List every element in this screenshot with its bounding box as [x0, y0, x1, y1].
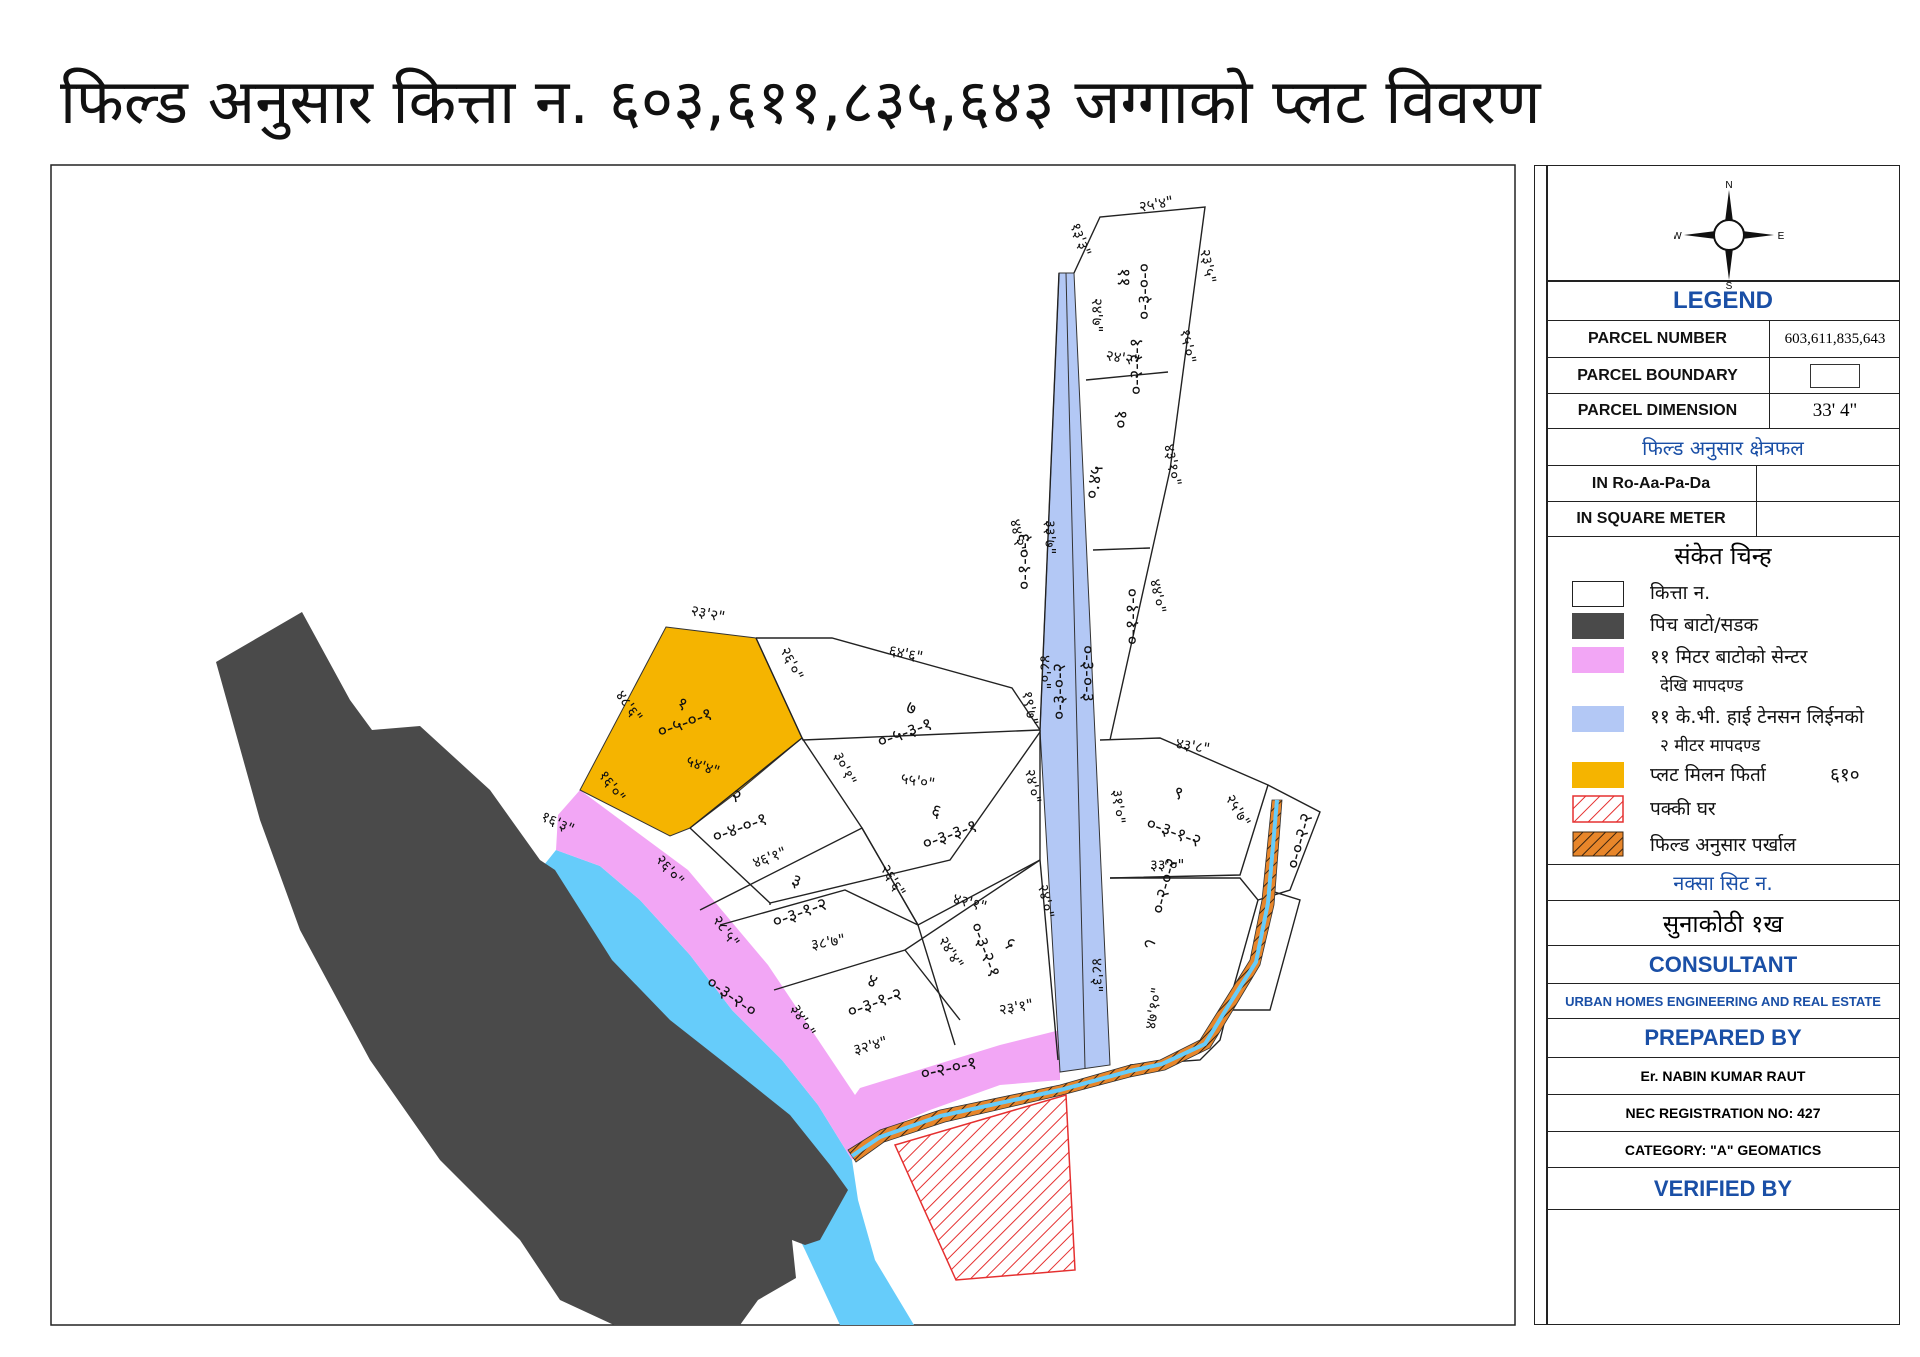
plot-7-number: ७ — [903, 697, 919, 720]
dim-label: १३'३" — [1066, 220, 1095, 259]
dim-label: ३३'७" — [1041, 520, 1059, 554]
consultant-value: URBAN HOMES ENGINEERING AND REAL ESTATE — [1565, 993, 1881, 1009]
wall-plot-area: ०-०-२-२ — [1283, 811, 1318, 871]
dim-label: २५'४" — [1138, 192, 1175, 216]
plot-7-area: ०-५-३-१ — [875, 713, 936, 752]
plot-4-area: ०-३-१-२ — [845, 983, 906, 1022]
legend-panel: N S W E LEGEND PARCEL NUMBER 603,611,835… — [1534, 165, 1900, 1325]
dim-label: ४४'०" — [1146, 578, 1170, 615]
prepared-heading: PREPARED BY — [1644, 1025, 1802, 1050]
dim-label: ४८'०" — [1036, 655, 1054, 689]
dim-label: ३१'०" — [1108, 789, 1129, 825]
plot-8-number: ८ — [1138, 936, 1161, 950]
plot-5-area: ०-३-२-१ — [965, 920, 1004, 981]
symbol-swatch-wall — [1572, 831, 1624, 857]
ropani-label: IN Ro-Aa-Pa-Da — [1591, 474, 1711, 492]
symbol-label-wall: फिल्ड अनुसार पर्खाल — [1650, 834, 1797, 856]
symbol-label-plot-return-value: ६१० — [1830, 764, 1860, 786]
sqm-label: IN SQUARE METER — [1576, 510, 1726, 527]
dim-label: ४२'१" — [951, 889, 989, 915]
parcel-boundary-label: PARCEL BOUNDARY — [1577, 366, 1738, 384]
compass-icon: N S W E — [1674, 180, 1784, 290]
plot-11-area: ०-३-०-० — [1134, 263, 1155, 320]
field-area-heading: फिल्ड अनुसार क्षेत्रफल — [1642, 435, 1804, 460]
plot-6-area: ०-३-३-१ — [920, 815, 981, 854]
dim-label: २३'१" — [998, 995, 1035, 1019]
sheet-value: सुनाकोठी १ख — [1662, 909, 1784, 938]
parcel-dimension-label: PARCEL DIMENSION — [1577, 402, 1738, 419]
plot-3-number: ३ — [788, 870, 804, 893]
symbol-label-plot-return: प्लट मिलन फिर्ता — [1650, 764, 1766, 786]
legend-heading: LEGEND — [1672, 287, 1773, 314]
plot-10-number: १० — [1110, 410, 1131, 429]
parcel-boundaries — [689, 206, 1321, 1066]
symbol-swatch-house — [1572, 795, 1624, 823]
category: CATEGORY: "A" GEOMATICS — [1624, 1141, 1822, 1158]
symbol-swatch-kitta — [1572, 581, 1624, 607]
dim-label: २४'७" — [1088, 298, 1106, 332]
plot-2-area: ०-४-०-१ — [710, 808, 771, 847]
dim-label: ३८'७" — [810, 930, 847, 954]
compass-n: N — [1725, 180, 1732, 191]
symbol-label-hv-setback-2: २ मीटर मापदण्ड — [1660, 736, 1761, 756]
dim-label: २६'०" — [776, 644, 807, 683]
verified-heading: VERIFIED BY — [1653, 1175, 1793, 1201]
dim-label: ३२'४" — [851, 1033, 889, 1059]
symbol-label-road: पिच बाटो/सडक — [1650, 614, 1759, 636]
dim-label: ४८'३" — [1088, 958, 1106, 992]
plot-5-number: ५ — [998, 936, 1021, 952]
dim-label: २३'५" — [1196, 248, 1220, 285]
symbol-label-kitta: कित्ता न. — [1650, 582, 1711, 604]
dim-label: १९'७" — [1018, 690, 1042, 727]
dim-label: २६'६" — [877, 861, 910, 900]
dim-label: २४'४" — [935, 933, 968, 972]
dim-label: ६४'६" — [887, 641, 924, 666]
plot-9-number: ९ — [1170, 782, 1186, 805]
small-right-area: ०.४५ — [1081, 464, 1108, 501]
dim-label: ३०'१" — [829, 749, 860, 788]
nec-registration: NEC REGISTRATION NO: 427 — [1625, 1105, 1821, 1121]
prepared-name: Er. NABIN KUMAR RAUT — [1640, 1068, 1806, 1084]
symbol-swatch-road — [1572, 613, 1624, 639]
parcel-dimension-value: 33' 4" — [1812, 400, 1858, 421]
parcel-boundary-swatch — [1810, 364, 1860, 388]
dim-label: २५'७" — [1222, 791, 1255, 830]
plot-3-area: ०-३-१-२ — [770, 893, 831, 932]
parcel-number-label: PARCEL NUMBER — [1588, 330, 1727, 347]
compass-e: E — [1778, 231, 1784, 242]
symbol-label-house: पक्की घर — [1650, 798, 1716, 820]
plot-9-area: ०-३-१-२ — [1143, 813, 1204, 852]
plot-4-number: ४ — [864, 970, 880, 993]
plot-6-number: ६ — [928, 800, 944, 823]
symbols-heading: संकेत चिन्ह — [1674, 541, 1772, 570]
dim-label: ४३'१०" — [1160, 443, 1185, 488]
symbol-swatch-road-setback — [1572, 647, 1624, 673]
symbol-label-road-setback: ११ मिटर बाटोको सेन्टर — [1650, 646, 1808, 668]
symbol-label-road-setback-2: देखि मापदण्ड — [1660, 676, 1744, 696]
dim-label: २३'२" — [689, 601, 726, 626]
symbol-swatch-plot-return — [1572, 762, 1624, 788]
dim-label: ४४'२" — [1006, 518, 1030, 555]
parcel-number-value: 603,611,835,643 — [1784, 330, 1886, 347]
consultant-heading: CONSULTANT — [1648, 951, 1798, 977]
hv-area-b: ०-३-०-३ — [1077, 645, 1098, 702]
symbol-label-hv-setback: ११ के.भी. हाई टेनसन लिईनको — [1650, 706, 1864, 728]
dim-label: ५५'०" — [899, 769, 936, 793]
dim-label: ४७'१०" — [1141, 986, 1166, 1031]
sheet-heading: नक्सा सिट न. — [1673, 871, 1773, 895]
dim-label: ३३'०" — [1150, 856, 1184, 874]
mid-right-area: ०-१-१-० — [1122, 588, 1143, 645]
dim-label: ४३'८" — [1174, 734, 1211, 758]
plot-11-number: ११ — [1113, 268, 1134, 287]
compass-w: W — [1674, 231, 1682, 242]
dim-label: २४'०" — [1021, 768, 1045, 805]
dim-label: १५'०" — [1176, 328, 1200, 365]
symbol-swatch-hv-setback — [1572, 706, 1624, 732]
